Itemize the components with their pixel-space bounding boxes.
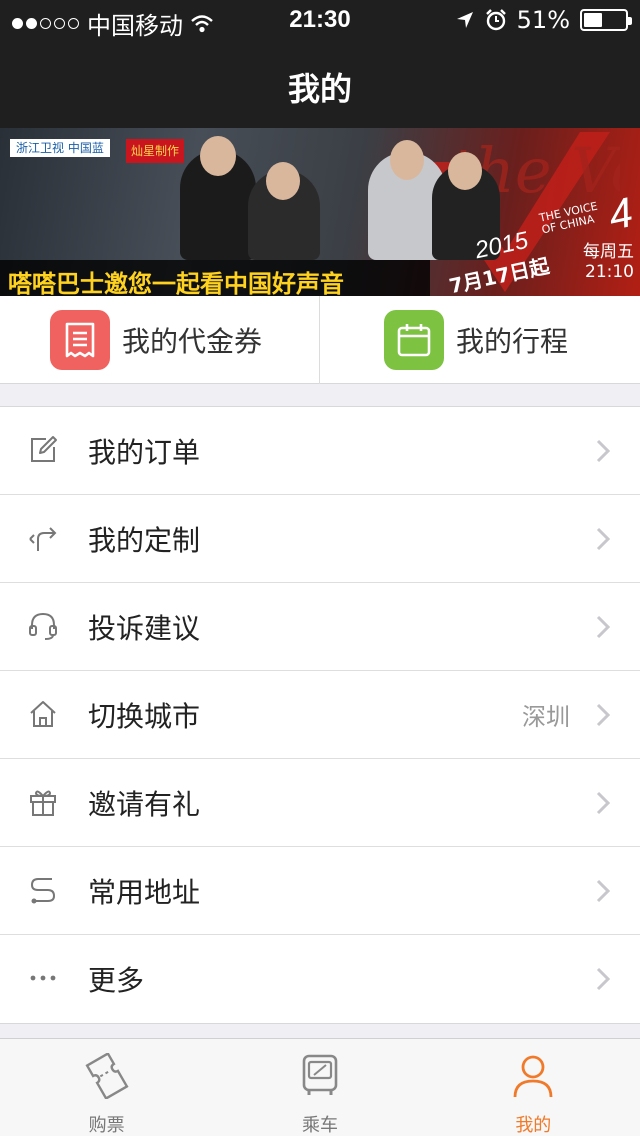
tab-ride[interactable]: 乘车 xyxy=(213,1039,426,1136)
coach-head-4 xyxy=(448,152,482,190)
menu-item-custom[interactable]: 我的定制 xyxy=(0,495,640,583)
tab-profile[interactable]: 我的 xyxy=(427,1039,640,1136)
calendar-icon xyxy=(397,324,431,357)
chevron-right-icon xyxy=(596,967,610,991)
chevron-right-icon xyxy=(596,615,610,639)
menu-item-label: 常用地址 xyxy=(88,875,201,909)
calendar-icon-badge xyxy=(384,310,444,370)
menu-item-label: 邀请有礼 xyxy=(88,787,201,821)
coach-head-1 xyxy=(200,136,236,176)
battery-percent: 51% xyxy=(516,6,570,34)
location-arrow-icon xyxy=(456,12,473,28)
promo-banner[interactable]: 浙江卫视 中国蓝 灿星制作 the Voice 2015 THE VOICE O… xyxy=(0,128,640,296)
quick-actions: 我的代金券 我的行程 xyxy=(0,296,640,384)
chevron-right-icon xyxy=(596,527,610,551)
banner-caption: 嗒嗒巴士邀您一起看中国好声音 xyxy=(0,260,430,296)
menu-item-more[interactable]: 更多 xyxy=(0,935,640,1023)
airtime: 每周五 21:10 xyxy=(583,242,634,282)
coach-head-3 xyxy=(390,140,424,180)
voucher-label: 我的代金券 xyxy=(122,325,263,358)
menu-item-label: 我的定制 xyxy=(88,523,201,557)
status-bar-right: 51% xyxy=(455,6,632,34)
nav-bar: 我的 xyxy=(0,40,640,128)
battery-icon xyxy=(580,9,632,31)
more-icon xyxy=(30,975,56,981)
airtime-day: 每周五 xyxy=(583,242,634,262)
tab-bar: 购票 乘车 我的 xyxy=(0,1038,640,1136)
menu-item-label: 更多 xyxy=(88,964,145,997)
menu-item-addresses[interactable]: 常用地址 xyxy=(0,847,640,935)
voucher-button[interactable]: 我的代金券 xyxy=(0,296,320,384)
chevron-right-icon xyxy=(596,703,610,727)
chevron-right-icon xyxy=(596,439,610,463)
broadcaster-logo: 浙江卫视 中国蓝 xyxy=(10,139,110,157)
tab-label: 乘车 xyxy=(301,1115,338,1136)
alarm-icon xyxy=(485,9,506,31)
edit-icon xyxy=(31,436,57,462)
person-icon xyxy=(513,1055,553,1098)
banner-caption-text: 嗒嗒巴士邀您一起看中国好声音 xyxy=(8,270,344,296)
path-icon xyxy=(30,878,56,904)
menu-item-orders[interactable]: 我的订单 xyxy=(0,407,640,495)
current-city-value: 深圳 xyxy=(522,703,570,731)
airtime-time: 21:10 xyxy=(585,262,634,282)
voucher-icon xyxy=(65,322,95,358)
menu-item-city[interactable]: 切换城市 深圳 xyxy=(0,671,640,759)
headset-icon xyxy=(29,612,57,640)
producer-logo: 灿星制作 xyxy=(126,139,185,163)
chevron-right-icon xyxy=(596,791,610,815)
voucher-icon-badge xyxy=(50,310,110,370)
page-title: 我的 xyxy=(287,70,352,108)
menu-item-feedback[interactable]: 投诉建议 xyxy=(0,583,640,671)
menu-item-invite[interactable]: 邀请有礼 xyxy=(0,759,640,847)
status-bar: 中国移动 21:30 51% xyxy=(0,0,640,40)
bus-icon xyxy=(302,1054,338,1095)
menu-item-label: 我的订单 xyxy=(88,435,201,469)
home-icon xyxy=(30,701,56,727)
settings-menu: 我的订单 我的定制 投诉建议 切换城市 深圳 邀请有礼 常用地址 更多 xyxy=(0,406,640,1024)
battery-fill xyxy=(584,13,603,27)
route-icon xyxy=(29,527,57,551)
ticket-icon xyxy=(85,1053,129,1099)
tab-tickets[interactable]: 购票 xyxy=(0,1039,213,1136)
menu-item-label: 切换城市 xyxy=(88,699,201,733)
gift-icon xyxy=(30,790,56,816)
coach-head-2 xyxy=(266,162,300,200)
tab-label: 我的 xyxy=(515,1115,552,1136)
tab-label: 购票 xyxy=(88,1115,125,1136)
itinerary-label: 我的行程 xyxy=(456,325,569,358)
menu-item-label: 投诉建议 xyxy=(88,611,201,645)
itinerary-button[interactable]: 我的行程 xyxy=(320,296,640,384)
chevron-right-icon xyxy=(596,879,610,903)
